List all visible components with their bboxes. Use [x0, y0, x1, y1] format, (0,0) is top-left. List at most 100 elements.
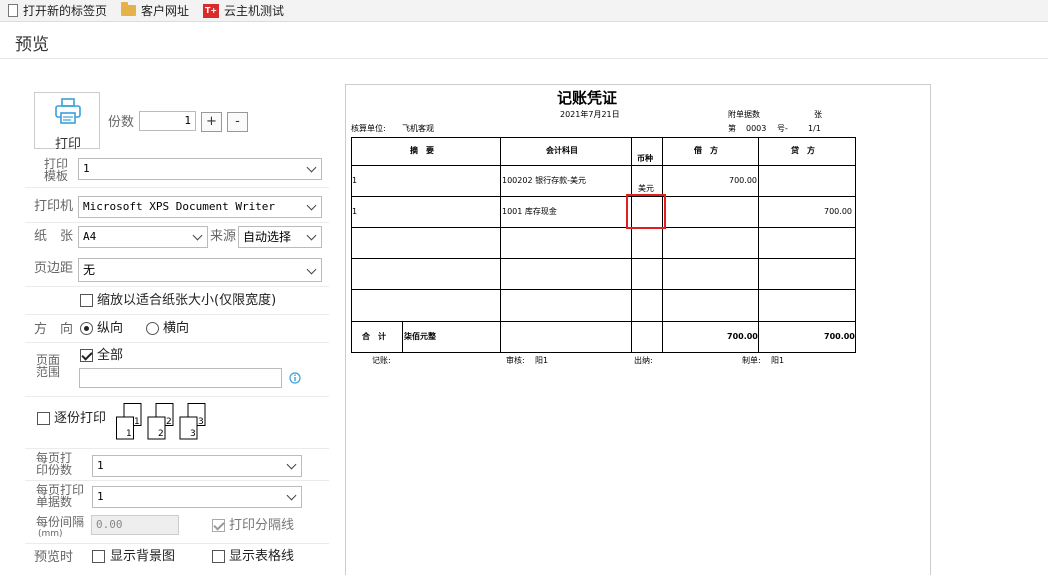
preparer-value: 阳1 [771, 356, 785, 365]
gap-label: 每份间隔 [36, 515, 85, 529]
total-label: 合 计 [362, 332, 386, 341]
row-divider [25, 286, 329, 287]
bookmark-cloud-host-test[interactable]: T+ 云主机测试 [203, 2, 284, 19]
row1-debit: 700.00 [729, 176, 757, 185]
portrait-radio[interactable] [80, 322, 93, 335]
collate-checkbox[interactable] [37, 412, 50, 425]
docs-per-page-value: 1 [97, 490, 104, 503]
minus-icon: - [235, 114, 240, 129]
show-background-checkbox[interactable] [92, 550, 105, 563]
print-button[interactable]: 打印 [34, 92, 100, 152]
chevron-down-icon [193, 231, 203, 241]
gap-unit: (mm) [38, 529, 63, 539]
row2-credit: 700.00 [824, 207, 852, 216]
row-divider [25, 222, 329, 223]
fit-page-label: 缩放以适合纸张大小(仅限宽度) [97, 293, 277, 308]
row1-summary: 1 [352, 176, 358, 185]
orientation-label: 方 向 [34, 322, 74, 337]
bookmark-label: 打开新的标签页 [23, 4, 108, 18]
paper-source-label: 来源 [210, 229, 237, 244]
page-range-input[interactable] [79, 368, 282, 388]
copies-per-page-value: 1 [97, 459, 104, 472]
show-grid-checkbox[interactable] [212, 550, 225, 563]
show-background-label: 显示背景图 [110, 549, 176, 564]
table-row-line [351, 289, 856, 290]
attachments-unit: 张 [814, 110, 822, 119]
collate-page-3: 3 [198, 417, 204, 427]
row-divider [25, 396, 329, 397]
printer-value: Microsoft XPS Document Writer [83, 200, 276, 213]
attachments-label: 附单据数 [728, 110, 760, 119]
total-credit: 700.00 [824, 332, 855, 341]
reviewer-label: 审核: [506, 356, 525, 365]
row-divider [25, 342, 329, 343]
copies-per-page-select[interactable]: 1 [92, 455, 302, 477]
dialog-title: 预览 [15, 35, 49, 55]
posted-label: 记账: [372, 356, 391, 365]
header-summary: 摘 要 [410, 146, 434, 155]
collate-page-1: 1 [134, 417, 140, 427]
collate-label: 逐份打印 [54, 411, 107, 426]
unit-value: 飞机客观 [402, 124, 434, 133]
row-divider [25, 187, 329, 188]
highlight-box [626, 194, 666, 229]
margin-label: 页边距 [34, 261, 74, 276]
total-col-line [402, 321, 403, 353]
landscape-radio[interactable] [146, 322, 159, 335]
all-pages-checkbox[interactable] [80, 349, 93, 362]
row2-summary: 1 [352, 207, 358, 216]
bookmark-label: 客户网址 [141, 4, 190, 18]
chevron-down-icon [307, 201, 317, 211]
chevron-down-icon [307, 265, 317, 275]
copies-decrement-button[interactable]: - [227, 112, 248, 132]
voucher-title: 记账凭证 [557, 89, 618, 107]
printer-select[interactable]: Microsoft XPS Document Writer [78, 196, 322, 218]
copies-input[interactable]: 1 [139, 111, 196, 131]
table-row-line [351, 227, 856, 228]
margin-select[interactable]: 无 [78, 258, 322, 282]
row-divider [25, 543, 329, 544]
gap-value: 0.00 [96, 518, 123, 531]
row-divider [25, 448, 329, 449]
info-icon[interactable] [289, 372, 301, 384]
template-label: 打印模板 [44, 157, 69, 183]
row1-currency: 美元 [638, 184, 654, 193]
bookmark-label: 云主机测试 [224, 4, 285, 18]
collate-page-1b: 1 [126, 429, 132, 439]
header-currency: 币种 [637, 154, 653, 163]
page-range-label: 页面范围 [36, 353, 61, 379]
bookmark-new-tab[interactable]: 打开新的标签页 [8, 2, 107, 19]
header-credit: 贷 方 [791, 146, 815, 155]
landscape-label: 横向 [163, 321, 190, 336]
paper-source-select[interactable]: 自动选择 [238, 226, 322, 248]
voucher-page: 1/1 [808, 124, 821, 133]
row1-account: 100202 银行存款-美元 [502, 176, 586, 185]
margin-value: 无 [83, 263, 96, 277]
voucher-date: 2021年7月21日 [560, 110, 620, 119]
copies-increment-button[interactable]: + [201, 112, 222, 132]
copies-label: 份数 [108, 115, 135, 130]
plus-icon: + [206, 114, 217, 129]
printer-label: 打印机 [34, 199, 74, 214]
collate-pages-icon: 1 1 2 2 3 3 [116, 403, 206, 440]
chevron-down-icon [287, 460, 297, 470]
copies-per-page-label: 每页打印份数 [36, 451, 73, 477]
table-row-line [351, 165, 856, 166]
paper-select[interactable]: A4 [78, 226, 208, 248]
portrait-label: 纵向 [97, 321, 124, 336]
title-divider [0, 58, 1048, 59]
chevron-down-icon [307, 163, 317, 173]
fit-page-checkbox[interactable] [80, 294, 93, 307]
row-divider [25, 314, 329, 315]
row2-account: 1001 库存现金 [502, 207, 557, 216]
bookmark-client-urls[interactable]: 客户网址 [121, 2, 189, 19]
template-value: 1 [83, 162, 90, 175]
header-debit: 借 方 [694, 146, 718, 155]
all-pages-label: 全部 [97, 348, 124, 363]
collate-page-2: 2 [166, 417, 172, 427]
show-grid-label: 显示表格线 [229, 549, 295, 564]
template-select[interactable]: 1 [78, 158, 322, 180]
printer-icon [55, 98, 81, 124]
total-in-words: 柒佰元整 [404, 332, 436, 341]
docs-per-page-select[interactable]: 1 [92, 486, 302, 508]
